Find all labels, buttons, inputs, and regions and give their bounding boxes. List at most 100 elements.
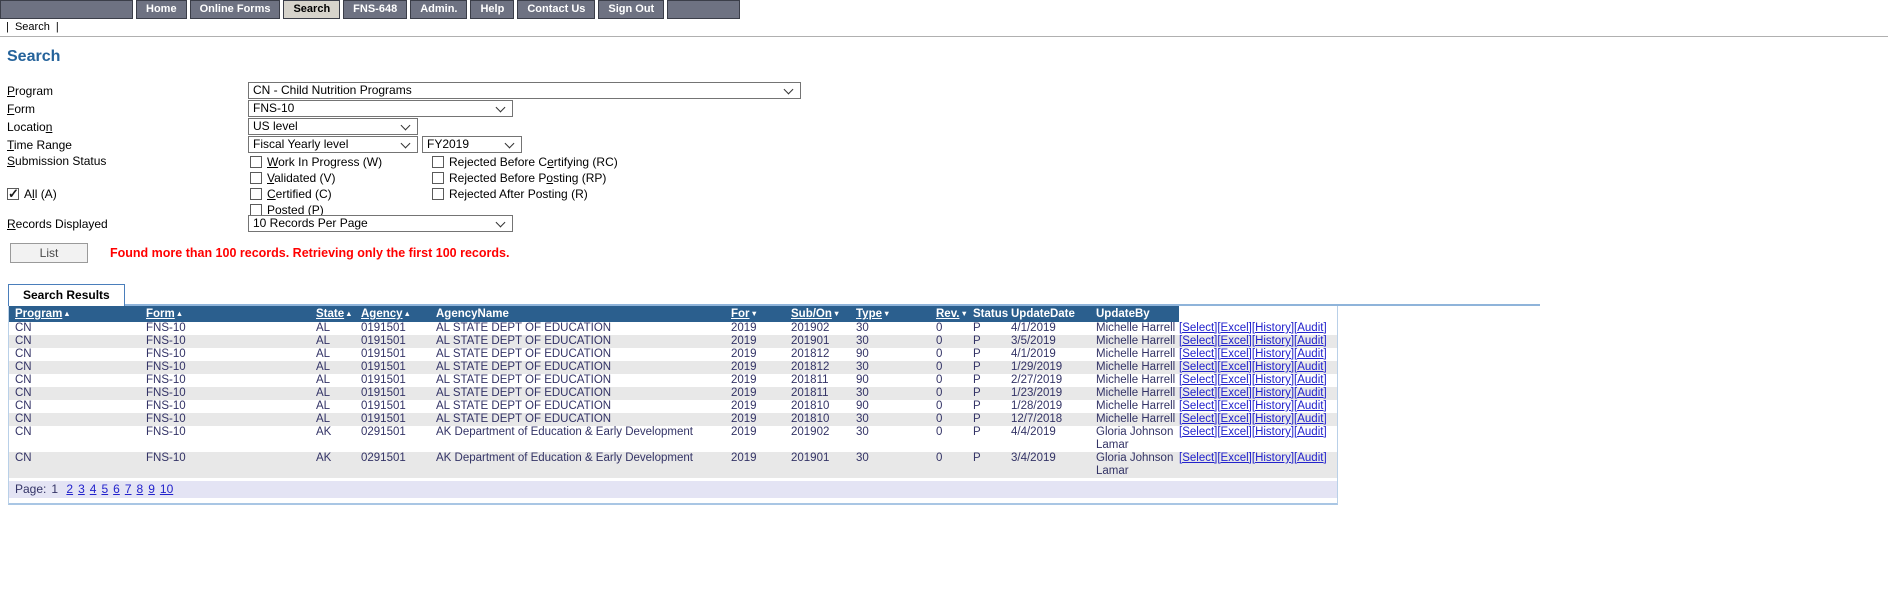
action-link-history[interactable]: [History] xyxy=(1252,361,1294,373)
checkbox-rejected-after-posting-r[interactable] xyxy=(432,188,444,200)
action-link-audit[interactable]: [Audit] xyxy=(1294,413,1327,425)
action-link-audit[interactable]: [Audit] xyxy=(1294,400,1327,412)
action-link-history[interactable]: [History] xyxy=(1252,387,1294,399)
action-link-select[interactable]: [Select] xyxy=(1179,361,1217,373)
column-header-rev[interactable]: Rev.▼ xyxy=(936,306,973,322)
time-range-level-select[interactable]: Fiscal Yearly level xyxy=(248,136,418,153)
page-link-7[interactable]: 7 xyxy=(125,482,132,496)
page-link-5[interactable]: 5 xyxy=(101,482,108,496)
action-link-excel[interactable]: [Excel] xyxy=(1217,322,1252,334)
checkbox-certified-c[interactable] xyxy=(250,188,262,200)
action-link-history[interactable]: [History] xyxy=(1252,400,1294,412)
cell-type: 30 xyxy=(856,413,936,426)
column-header-agency[interactable]: Agency▲ xyxy=(361,306,436,322)
column-header-type[interactable]: Type▼ xyxy=(856,306,936,322)
cell-agency: 0191501 xyxy=(361,361,436,374)
nav-search[interactable]: Search xyxy=(283,0,340,19)
top-nav: HomeOnline FormsSearchFNS-648Admin.HelpC… xyxy=(0,0,740,19)
action-link-select[interactable]: [Select] xyxy=(1179,452,1217,464)
action-link-history[interactable]: [History] xyxy=(1252,348,1294,360)
page-link-9[interactable]: 9 xyxy=(148,482,155,496)
cell-for-year: 2019 xyxy=(731,400,791,413)
action-link-select[interactable]: [Select] xyxy=(1179,400,1217,412)
cell-update-by: Michelle Harrell xyxy=(1096,413,1179,426)
action-link-history[interactable]: [History] xyxy=(1252,322,1294,334)
column-header-program[interactable]: Program▲ xyxy=(9,306,146,322)
action-link-select[interactable]: [Select] xyxy=(1179,426,1217,438)
cell-actions: [Select][Excel][History][Audit] xyxy=(1179,426,1337,452)
action-link-excel[interactable]: [Excel] xyxy=(1217,387,1252,399)
action-link-select[interactable]: [Select] xyxy=(1179,322,1217,334)
page-link-10[interactable]: 10 xyxy=(160,482,173,496)
cell-update-by: Michelle Harrell xyxy=(1096,400,1179,413)
action-link-excel[interactable]: [Excel] xyxy=(1217,400,1252,412)
action-link-history[interactable]: [History] xyxy=(1252,374,1294,386)
action-link-select[interactable]: [Select] xyxy=(1179,335,1217,347)
nav-home[interactable]: Home xyxy=(136,0,187,19)
checkbox-rejected-before-posting-rp[interactable] xyxy=(432,172,444,184)
action-link-excel[interactable]: [Excel] xyxy=(1217,452,1252,464)
action-link-audit[interactable]: [Audit] xyxy=(1294,387,1327,399)
column-header-form[interactable]: Form▲ xyxy=(146,306,316,322)
checkbox-rejected-before-certifying-rc[interactable] xyxy=(432,156,444,168)
fiscal-year-select[interactable]: FY2019 xyxy=(422,136,522,153)
page-link-3[interactable]: 3 xyxy=(78,482,85,496)
nav-help[interactable]: Help xyxy=(470,0,514,19)
action-link-audit[interactable]: [Audit] xyxy=(1294,452,1327,464)
action-link-excel[interactable]: [Excel] xyxy=(1217,426,1252,438)
cell-status: P xyxy=(973,322,1011,335)
action-link-history[interactable]: [History] xyxy=(1252,413,1294,425)
action-link-excel[interactable]: [Excel] xyxy=(1217,413,1252,425)
action-link-select[interactable]: [Select] xyxy=(1179,374,1217,386)
action-link-select[interactable]: [Select] xyxy=(1179,387,1217,399)
action-link-excel[interactable]: [Excel] xyxy=(1217,361,1252,373)
nav-sign-out[interactable]: Sign Out xyxy=(598,0,664,19)
search-results-tab[interactable]: Search Results xyxy=(8,284,125,306)
rejected-after-posting-r-row: Rejected After Posting (R) xyxy=(432,186,618,202)
list-button[interactable]: List xyxy=(10,243,88,263)
action-link-audit[interactable]: [Audit] xyxy=(1294,374,1327,386)
column-header-sub-on[interactable]: Sub/On▼ xyxy=(791,306,856,322)
action-link-excel[interactable]: [Excel] xyxy=(1217,348,1252,360)
action-link-audit[interactable]: [Audit] xyxy=(1294,361,1327,373)
nav-contact-us[interactable]: Contact Us xyxy=(517,0,595,19)
action-link-audit[interactable]: [Audit] xyxy=(1294,322,1327,334)
chevron-down-icon xyxy=(784,85,794,95)
all-checkbox-row: All (A) xyxy=(7,186,57,202)
checkbox-validated-v[interactable] xyxy=(250,172,262,184)
nav-admin[interactable]: Admin. xyxy=(410,0,467,19)
action-link-history[interactable]: [History] xyxy=(1252,335,1294,347)
action-link-excel[interactable]: [Excel] xyxy=(1217,374,1252,386)
cell-agency-name: AL STATE DEPT OF EDUCATION xyxy=(436,361,731,374)
action-link-audit[interactable]: [Audit] xyxy=(1294,426,1327,438)
program-select[interactable]: CN - Child Nutrition Programs xyxy=(248,82,801,99)
cell-rev: 0 xyxy=(936,374,973,387)
table-row: CNFNS-10AL0191501AL STATE DEPT OF EDUCAT… xyxy=(9,335,1337,348)
cell-form: FNS-10 xyxy=(146,426,316,452)
all-checkbox[interactable] xyxy=(7,188,19,200)
sort-asc-icon: ▲ xyxy=(345,309,352,318)
records-per-page-select[interactable]: 10 Records Per Page xyxy=(248,215,513,232)
form-select[interactable]: FNS-10 xyxy=(248,100,513,117)
nav-fns-648[interactable]: FNS-648 xyxy=(343,0,407,19)
cell-program: CN xyxy=(9,426,146,452)
rejected-before-certifying-rc-row: Rejected Before Certifying (RC) xyxy=(432,154,618,170)
checkbox-work-in-progress-w[interactable] xyxy=(250,156,262,168)
page-link-2[interactable]: 2 xyxy=(66,482,73,496)
cell-rev: 0 xyxy=(936,387,973,400)
action-link-audit[interactable]: [Audit] xyxy=(1294,348,1327,360)
action-link-select[interactable]: [Select] xyxy=(1179,348,1217,360)
column-header-state[interactable]: State▲ xyxy=(316,306,361,322)
page-link-4[interactable]: 4 xyxy=(90,482,97,496)
action-link-select[interactable]: [Select] xyxy=(1179,413,1217,425)
page-link-8[interactable]: 8 xyxy=(137,482,144,496)
nav-online-forms[interactable]: Online Forms xyxy=(190,0,281,19)
action-link-excel[interactable]: [Excel] xyxy=(1217,335,1252,347)
action-link-history[interactable]: [History] xyxy=(1252,426,1294,438)
column-header-updateby: UpdateBy xyxy=(1096,306,1179,322)
column-header-for[interactable]: For▼ xyxy=(731,306,791,322)
page-link-6[interactable]: 6 xyxy=(113,482,120,496)
action-link-history[interactable]: [History] xyxy=(1252,452,1294,464)
action-link-audit[interactable]: [Audit] xyxy=(1294,335,1327,347)
location-select[interactable]: US level xyxy=(248,118,418,135)
